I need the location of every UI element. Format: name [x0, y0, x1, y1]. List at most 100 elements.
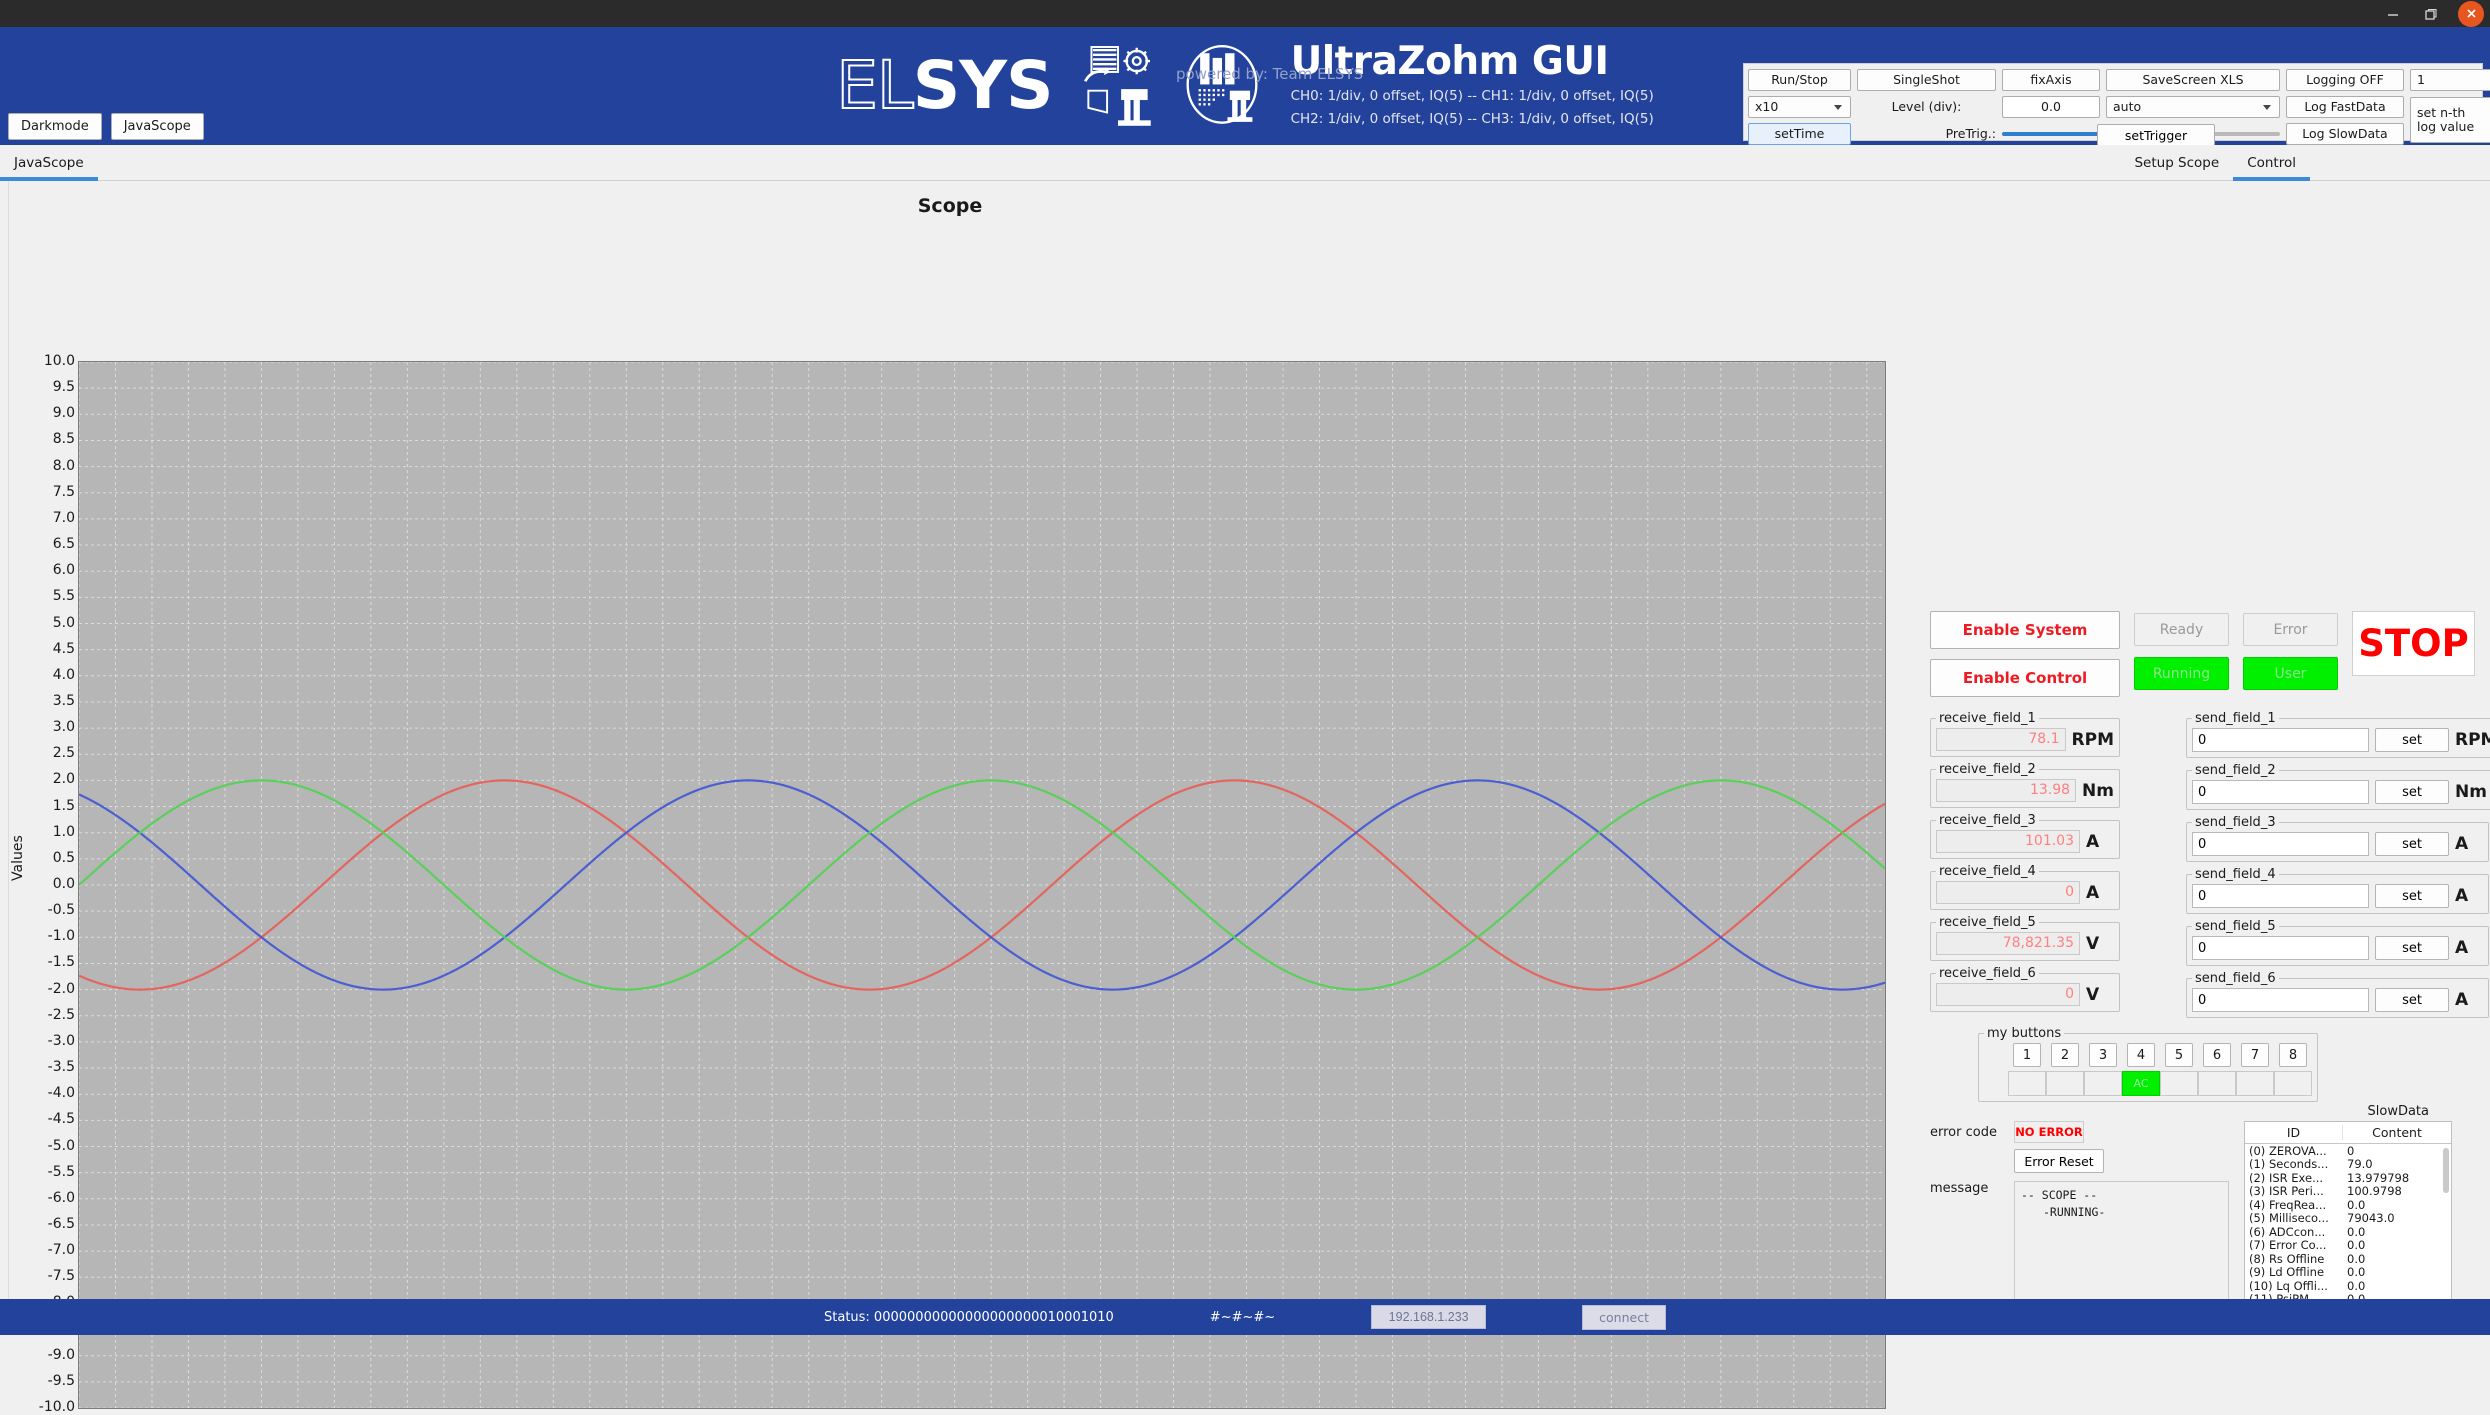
slowdata-vertical-scrollbar[interactable]	[2443, 1148, 2449, 1193]
slowdata-cell-content: 0.0	[2343, 1279, 2451, 1293]
table-row[interactable]: (4) FreqRea...0.0	[2245, 1198, 2451, 1212]
my-button-7[interactable]: 7	[2241, 1043, 2269, 1067]
slowdata-cell-id: (6) ADCcon...	[2245, 1225, 2343, 1239]
log-count-select-wrap: 1	[2410, 69, 2490, 91]
my-buttons-fieldset: my buttons 1234AC5678	[1978, 1026, 2318, 1102]
error-reset-button[interactable]: Error Reset	[2014, 1149, 2104, 1173]
darkmode-button[interactable]: Darkmode	[8, 113, 102, 140]
receive-field-value: 0	[1936, 881, 2080, 904]
receive-field: receive_field_40A	[1930, 864, 2120, 910]
y-axis-tick: 3.5	[53, 693, 75, 709]
table-row[interactable]: (8) Rs Offline0.0	[2245, 1252, 2451, 1266]
enable-control-button[interactable]: Enable Control	[1930, 659, 2120, 697]
slowdata-table[interactable]: ID Content (0) ZEROVA...0(1) Seconds...7…	[2244, 1121, 2452, 1326]
slowdata-cell-id: (5) Milliseco...	[2245, 1211, 2343, 1225]
slowdata-cell-content: 0.0	[2343, 1252, 2451, 1266]
table-row[interactable]: (10) Lq Offli...0.0	[2245, 1279, 2451, 1293]
trigger-mode-select[interactable]: auto	[2106, 96, 2280, 118]
send-field-set-button[interactable]: set	[2375, 780, 2449, 804]
set-nth-log-value-button[interactable]: set n-th log value	[2410, 97, 2490, 143]
zoom-select[interactable]: x10	[1748, 96, 1851, 118]
ip-address-input[interactable]	[1371, 1305, 1486, 1329]
receive-field: receive_field_178.1RPM	[1930, 711, 2120, 757]
maximize-icon[interactable]	[2412, 0, 2450, 27]
javascope-button[interactable]: JavaScope	[111, 113, 204, 140]
log-count-select[interactable]: 1	[2410, 69, 2490, 91]
send-field-input[interactable]	[2192, 884, 2369, 908]
slowdata-cell-content: 13.979798	[2343, 1171, 2451, 1185]
level-input[interactable]	[2002, 96, 2100, 118]
table-row[interactable]: (1) Seconds...79.0	[2245, 1158, 2451, 1172]
table-row[interactable]: (6) ADCcon...0.0	[2245, 1225, 2451, 1239]
set-trigger-button[interactable]: setTrigger	[2097, 124, 2215, 146]
close-icon[interactable]	[2458, 1, 2484, 27]
send-field-input[interactable]	[2192, 728, 2369, 752]
ready-running-column: Ready Running	[2134, 613, 2229, 690]
enable-system-button[interactable]: Enable System	[1930, 611, 2120, 649]
my-button-column: 8	[2274, 1043, 2312, 1096]
receive-field: receive_field_578,821.35V	[1930, 915, 2120, 961]
table-row[interactable]: (5) Milliseco...79043.0	[2245, 1212, 2451, 1226]
receive-field-unit: V	[2086, 985, 2114, 1005]
receive-field-legend: receive_field_6	[1936, 966, 2039, 981]
fix-axis-button[interactable]: fixAxis	[2002, 69, 2100, 91]
error-code-row: error code NO ERROR	[1930, 1121, 2230, 1143]
receive-field-unit: A	[2086, 832, 2114, 852]
chart-svg	[79, 362, 1885, 1408]
table-row[interactable]: (2) ISR Exe...13.979798	[2245, 1171, 2451, 1185]
send-field-input[interactable]	[2192, 936, 2369, 960]
y-axis-tick: 6.0	[53, 562, 75, 578]
send-field-set-button[interactable]: set	[2375, 832, 2449, 856]
my-button-state-1	[2008, 1071, 2046, 1096]
my-button-state-3	[2084, 1071, 2122, 1096]
send-field: send_field_3setA	[2186, 815, 2489, 862]
stop-button[interactable]: STOP	[2352, 611, 2475, 676]
send-field-row: setNm	[2192, 780, 2487, 804]
tab-control[interactable]: Control	[2233, 145, 2310, 181]
y-axis-tick: 10.0	[44, 353, 75, 369]
gears-motor-icon	[1079, 45, 1157, 127]
my-buttons-legend: my buttons	[1984, 1026, 2064, 1041]
connect-button[interactable]: connect	[1582, 1305, 1666, 1330]
send-field-input[interactable]	[2192, 988, 2369, 1012]
minimize-icon[interactable]	[2374, 0, 2412, 27]
slowdata-cell-content: 0	[2343, 1144, 2451, 1158]
logging-off-button[interactable]: Logging OFF	[2286, 69, 2404, 91]
chart-plot-area[interactable]	[78, 361, 1886, 1409]
send-field-input[interactable]	[2192, 780, 2369, 804]
my-button-4[interactable]: 4	[2127, 1043, 2155, 1067]
save-screen-xls-button[interactable]: SaveScreen XLS	[2106, 69, 2280, 91]
send-field-set-button[interactable]: set	[2375, 988, 2449, 1012]
table-row[interactable]: (7) Error Co...0.0	[2245, 1239, 2451, 1253]
my-button-1[interactable]: 1	[2013, 1043, 2041, 1067]
tab-setup-scope[interactable]: Setup Scope	[2120, 145, 2233, 181]
send-field-set-button[interactable]: set	[2375, 936, 2449, 960]
my-button-6[interactable]: 6	[2203, 1043, 2231, 1067]
my-button-5[interactable]: 5	[2165, 1043, 2193, 1067]
set-time-button[interactable]: setTime	[1748, 123, 1851, 145]
send-field-input[interactable]	[2192, 832, 2369, 856]
receive-field-row: 13.98Nm	[1936, 779, 2114, 802]
single-shot-button[interactable]: SingleShot	[1857, 69, 1996, 91]
tab-javascope[interactable]: JavaScope	[0, 145, 98, 181]
my-button-column: 7	[2236, 1043, 2274, 1096]
table-row[interactable]: (3) ISR Peri...100.9798	[2245, 1185, 2451, 1199]
y-axis-tick: 2.0	[53, 771, 75, 787]
main-body: Scope Values 10.09.59.08.58.07.57.06.56.…	[0, 181, 2490, 1335]
receive-field: receive_field_213.98Nm	[1930, 762, 2120, 808]
log-fastdata-button[interactable]: Log FastData	[2286, 96, 2404, 118]
my-button-2[interactable]: 2	[2051, 1043, 2079, 1067]
run-stop-button[interactable]: Run/Stop	[1748, 69, 1851, 91]
log-slowdata-button[interactable]: Log SlowData	[2286, 123, 2404, 145]
send-field-set-button[interactable]: set	[2375, 884, 2449, 908]
y-axis-tick: -7.5	[48, 1268, 75, 1284]
y-axis-tick: -0.5	[48, 902, 75, 918]
table-row[interactable]: (0) ZEROVA...0	[2245, 1144, 2451, 1158]
y-axis-tick: 1.5	[53, 798, 75, 814]
table-row[interactable]: (9) Ld Offline0.0	[2245, 1266, 2451, 1280]
my-button-8[interactable]: 8	[2279, 1043, 2307, 1067]
my-button-3[interactable]: 3	[2089, 1043, 2117, 1067]
send-field-set-button[interactable]: set	[2375, 728, 2449, 752]
enable-status-row: Enable System Enable Control Ready Runni…	[1930, 611, 2475, 697]
my-button-state-6	[2198, 1071, 2236, 1096]
